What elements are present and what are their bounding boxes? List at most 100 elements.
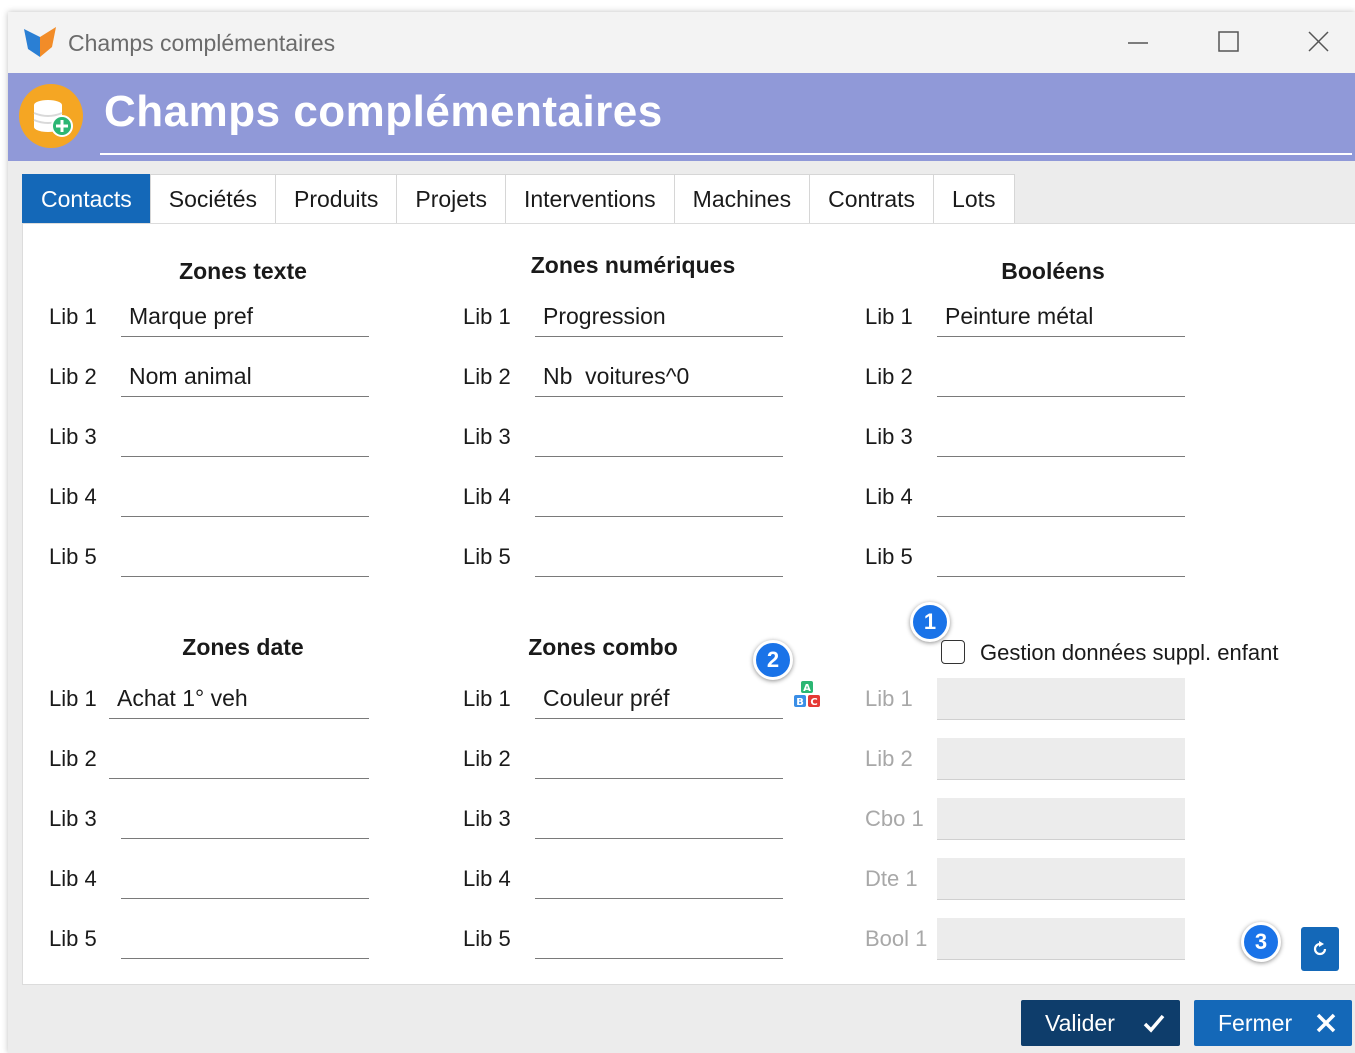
combo-lib5-label: Lib 5 xyxy=(463,926,511,951)
database-add-icon xyxy=(19,84,83,148)
date-lib1-label: Lib 1 xyxy=(49,686,97,711)
combo-lib3-label: Lib 3 xyxy=(463,806,511,831)
child-lib1-label: Lib 1 xyxy=(865,686,913,711)
validate-button-label: Valider xyxy=(1045,1010,1115,1036)
bool-lib2-label: Lib 2 xyxy=(865,364,913,389)
close-button-label: Fermer xyxy=(1218,1010,1293,1036)
bool-lib1-label: Lib 1 xyxy=(865,304,913,329)
tab-lots[interactable]: Lots xyxy=(933,174,1015,223)
bool-lib5-label: Lib 5 xyxy=(865,544,913,569)
numeric-lib2-field[interactable] xyxy=(535,357,783,397)
bool-lib3-label: Lib 3 xyxy=(865,424,913,449)
text-lib3-label: Lib 3 xyxy=(49,424,97,449)
combo-lib1-field[interactable] xyxy=(535,679,783,719)
numeric-lib5-label: Lib 5 xyxy=(463,544,511,569)
tab-produits[interactable]: Produits xyxy=(274,174,398,223)
app-logo-icon xyxy=(24,27,56,57)
section-title-text: Zones texte xyxy=(179,258,307,284)
bool-lib4-label: Lib 4 xyxy=(865,484,913,509)
close-icon xyxy=(1308,31,1329,52)
section-title-bool: Booléens xyxy=(1001,258,1105,284)
numeric-lib4-field[interactable] xyxy=(535,477,783,517)
combo-values-icon[interactable]: A B C xyxy=(791,679,825,713)
tab-interventions[interactable]: Interventions xyxy=(504,174,675,223)
refresh-icon xyxy=(1313,941,1327,956)
text-lib5-label: Lib 5 xyxy=(49,544,97,569)
dialog-window: Champs complémentaires Champs complément… xyxy=(8,12,1355,1053)
window-title: Champs complémentaires xyxy=(68,30,336,56)
date-lib4-label: Lib 4 xyxy=(49,866,97,891)
numeric-lib2-label: Lib 2 xyxy=(463,364,511,389)
text-lib4-field[interactable] xyxy=(121,477,369,517)
refresh-button[interactable] xyxy=(1301,927,1339,971)
date-lib2-field[interactable] xyxy=(109,739,369,779)
child-data-checkbox-label: Gestion données suppl. enfant xyxy=(980,640,1279,665)
section-title-combo: Zones combo xyxy=(528,634,678,660)
maximize-icon xyxy=(1218,31,1239,52)
date-lib5-label: Lib 5 xyxy=(49,926,97,951)
bool-lib4-field[interactable] xyxy=(937,477,1185,517)
check-icon xyxy=(1143,1014,1165,1033)
svg-text:B: B xyxy=(796,697,804,708)
contacts-panel: Zones texte Lib 1 Lib 2 Lib 3 Lib 4 Lib … xyxy=(22,223,1355,985)
annotation-badge-2: 2 xyxy=(753,640,793,680)
child-lib2-field[interactable] xyxy=(937,738,1185,780)
title-bar: Champs complémentaires xyxy=(8,12,1355,74)
maximize-button[interactable] xyxy=(1208,24,1248,60)
combo-lib4-label: Lib 4 xyxy=(463,866,511,891)
close-button[interactable]: Fermer xyxy=(1194,1000,1352,1046)
bool-lib5-field[interactable] xyxy=(937,537,1185,577)
combo-lib2-field[interactable] xyxy=(535,739,783,779)
child-bool1-field[interactable] xyxy=(937,918,1185,960)
child-cbo1-field[interactable] xyxy=(937,798,1185,840)
numeric-lib4-label: Lib 4 xyxy=(463,484,511,509)
tab-machines[interactable]: Machines xyxy=(673,174,811,223)
tab-societes[interactable]: Sociétés xyxy=(149,174,276,223)
child-lib2-label: Lib 2 xyxy=(865,746,913,771)
child-dte1-field[interactable] xyxy=(937,858,1185,900)
text-lib5-field[interactable] xyxy=(121,537,369,577)
annotation-badge-1: 1 xyxy=(910,602,950,642)
child-bool1-label: Bool 1 xyxy=(865,926,928,951)
bool-lib1-field[interactable] xyxy=(937,297,1185,337)
bool-lib2-field[interactable] xyxy=(937,357,1185,397)
text-lib2-field[interactable] xyxy=(121,357,369,397)
text-lib2-label: Lib 2 xyxy=(49,364,97,389)
numeric-lib1-field[interactable] xyxy=(535,297,783,337)
date-lib3-label: Lib 3 xyxy=(49,806,97,831)
header-banner: Champs complémentaires xyxy=(8,73,1355,161)
close-window-button[interactable] xyxy=(1298,24,1338,60)
child-cbo1-label: Cbo 1 xyxy=(865,806,924,831)
child-dte1-label: Dte 1 xyxy=(865,866,918,891)
numeric-lib1-label: Lib 1 xyxy=(463,304,511,329)
date-lib2-label: Lib 2 xyxy=(49,746,97,771)
minimize-button[interactable] xyxy=(1118,24,1158,60)
numeric-lib3-field[interactable] xyxy=(535,417,783,457)
combo-lib5-field[interactable] xyxy=(535,919,783,959)
annotation-badge-3: 3 xyxy=(1241,922,1281,962)
text-lib1-label: Lib 1 xyxy=(49,304,97,329)
minimize-icon xyxy=(1128,42,1148,44)
numeric-lib5-field[interactable] xyxy=(535,537,783,577)
combo-lib2-label: Lib 2 xyxy=(463,746,511,771)
text-lib4-label: Lib 4 xyxy=(49,484,97,509)
child-data-checkbox[interactable] xyxy=(941,640,965,664)
date-lib4-field[interactable] xyxy=(121,859,369,899)
date-lib3-field[interactable] xyxy=(121,799,369,839)
text-lib3-field[interactable] xyxy=(121,417,369,457)
svg-text:C: C xyxy=(810,697,817,708)
banner-divider xyxy=(100,153,1352,155)
combo-lib3-field[interactable] xyxy=(535,799,783,839)
text-lib1-field[interactable] xyxy=(121,297,369,337)
combo-lib1-label: Lib 1 xyxy=(463,686,511,711)
tab-contacts[interactable]: Contacts xyxy=(22,174,151,223)
validate-button[interactable]: Valider xyxy=(1021,1000,1180,1046)
combo-lib4-field[interactable] xyxy=(535,859,783,899)
date-lib1-field[interactable] xyxy=(109,679,369,719)
section-title-numeric: Zones numériques xyxy=(530,252,736,278)
date-lib5-field[interactable] xyxy=(121,919,369,959)
bool-lib3-field[interactable] xyxy=(937,417,1185,457)
tab-projets[interactable]: Projets xyxy=(396,174,506,223)
child-lib1-field[interactable] xyxy=(937,678,1185,720)
tab-contrats[interactable]: Contrats xyxy=(809,174,935,223)
